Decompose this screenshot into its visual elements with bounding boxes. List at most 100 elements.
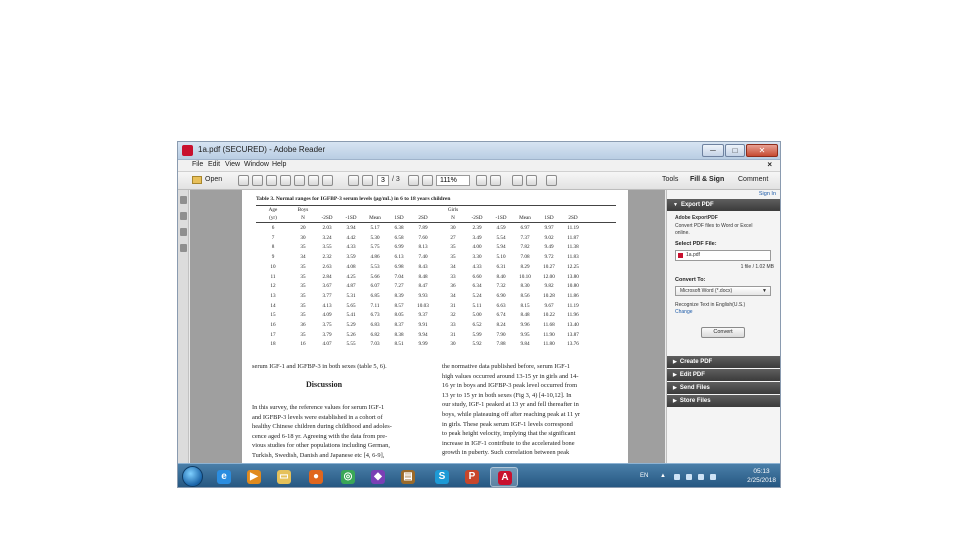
highlight-icon[interactable]	[526, 175, 537, 186]
open-button[interactable]: Open	[192, 175, 222, 186]
next-page-icon[interactable]	[362, 175, 373, 186]
convert-to-value: Microsoft Word (*.docx)	[680, 288, 733, 294]
document-area[interactable]: Table 3. Normal ranges for IGFBP-3 serum…	[190, 190, 665, 463]
selected-file-field[interactable]: 1a.pdf	[675, 250, 771, 261]
table-cell: 11.83	[567, 254, 579, 261]
sign-in-link[interactable]: Sign In	[759, 191, 776, 197]
table-cell: 6.98	[394, 263, 404, 270]
email-icon[interactable]	[322, 175, 333, 186]
table-cell: 6.52	[472, 322, 482, 328]
table-cell: 36	[450, 283, 456, 290]
minimize-button[interactable]: ─	[702, 144, 724, 157]
fit-page-icon[interactable]	[476, 175, 487, 186]
table-cell: 13.87	[567, 331, 579, 338]
convert-to-select[interactable]: Microsoft Word (*.docx) ▼	[675, 286, 771, 296]
network-icon[interactable]	[674, 474, 680, 480]
taskbar-app[interactable]: e	[210, 467, 238, 487]
upload-icon[interactable]	[294, 175, 305, 186]
table-header-cell: -1SD	[495, 215, 507, 221]
table-cell: 7.08	[520, 254, 530, 261]
sign-icon[interactable]	[546, 175, 557, 186]
table-cell: 9.67	[544, 302, 554, 309]
pages-icon[interactable]	[180, 212, 187, 220]
menu-view[interactable]: View	[225, 161, 240, 168]
clock[interactable]: 05:13 2/25/2018	[747, 467, 776, 485]
start-button[interactable]	[182, 466, 203, 487]
table-cell: 31	[450, 331, 456, 338]
lock-icon[interactable]	[180, 196, 187, 204]
table-cell: 4.13	[322, 302, 332, 309]
store-files-section[interactable]: ▶ Store Files	[667, 395, 780, 407]
create-pdf-section[interactable]: ▶ Create PDF	[667, 356, 780, 368]
menu-window[interactable]: Window	[244, 161, 269, 168]
text-line: to peak height velocity, implying that t…	[442, 430, 576, 438]
save-icon[interactable]	[252, 175, 263, 186]
left-column-top: serum IGF-1 and IGFBP-3 in both sexes (t…	[252, 362, 424, 372]
taskbar-app[interactable]: ◎	[334, 467, 362, 487]
zoom-out-icon[interactable]	[408, 175, 419, 186]
language-indicator[interactable]: EN	[640, 473, 648, 479]
battery-icon[interactable]	[698, 474, 704, 480]
table-cell: 9.49	[544, 244, 554, 251]
comment-icon[interactable]	[512, 175, 523, 186]
create-pdf-label: Create PDF	[679, 359, 713, 365]
tab-comment[interactable]: Comment	[738, 176, 768, 183]
taskbar-app[interactable]: ▤	[394, 467, 422, 487]
taskbar-app[interactable]: A	[490, 467, 518, 487]
table-header-rule	[256, 222, 616, 223]
convert-button[interactable]: Convert	[701, 327, 745, 338]
print-icon[interactable]	[308, 175, 319, 186]
menu-help[interactable]: Help	[272, 161, 286, 168]
table-cell: 13.80	[567, 273, 579, 280]
table-cell: 6.63	[496, 302, 506, 309]
taskbar-app[interactable]: ▶	[240, 467, 268, 487]
table-cell: 5.17	[370, 225, 380, 231]
change-language-link[interactable]: Change	[675, 309, 693, 315]
taskbar-app[interactable]: S	[428, 467, 456, 487]
zoom-in-icon[interactable]	[422, 175, 433, 186]
table-cell: 30	[300, 234, 306, 241]
tab-tools[interactable]: Tools	[662, 176, 678, 183]
triangle-right-icon: ▶	[673, 398, 677, 404]
taskbar-app[interactable]: P	[458, 467, 486, 487]
triangle-right-icon: ▶	[673, 385, 677, 391]
action-center-icon[interactable]	[686, 474, 692, 480]
table-cell: 9.72	[544, 254, 554, 261]
table-cell: 6.83	[370, 322, 380, 328]
show-hidden-icons[interactable]: ▲	[660, 473, 666, 479]
table-cell: 35	[450, 254, 456, 261]
tab-fill-sign[interactable]: Fill & Sign	[690, 176, 724, 183]
edit-icon[interactable]	[266, 175, 277, 186]
file-info: 1 file / 1.02 MB	[740, 264, 774, 270]
create-pdf-icon[interactable]	[238, 175, 249, 186]
menu-file[interactable]: File	[192, 161, 203, 168]
fit-width-icon[interactable]	[490, 175, 501, 186]
table-cell: 8.24	[496, 322, 506, 328]
zoom-select[interactable]: 111%	[436, 175, 470, 186]
table-cell: 2.03	[322, 225, 332, 231]
taskbar-app[interactable]: ◆	[364, 467, 392, 487]
signature-icon[interactable]	[180, 244, 187, 252]
close-button[interactable]: ✕	[746, 144, 778, 157]
maximize-button[interactable]: □	[725, 144, 745, 157]
table-cell: 4.07	[322, 341, 332, 348]
menu-edit[interactable]: Edit	[208, 161, 220, 168]
taskbar-app[interactable]: ▭	[270, 467, 298, 487]
previous-page-icon[interactable]	[348, 175, 359, 186]
volume-icon[interactable]	[710, 474, 716, 480]
page-number-input[interactable]: 3	[377, 175, 389, 186]
export-pdf-header[interactable]: ▼ Export PDF	[667, 199, 780, 211]
edit-pdf-section[interactable]: ▶ Edit PDF	[667, 369, 780, 381]
table-header-cell: 2SD	[568, 215, 578, 221]
cloud-icon[interactable]	[280, 175, 291, 186]
send-files-section[interactable]: ▶ Send Files	[667, 382, 780, 394]
table-cell: 11.19	[567, 225, 579, 231]
table-cell: 8.47	[418, 283, 428, 290]
close-document-icon[interactable]: ×	[767, 160, 772, 169]
navigation-pane	[178, 190, 189, 463]
table-cell: 5.26	[346, 331, 356, 338]
table-header-cell: 1SD	[544, 215, 554, 221]
taskbar-app[interactable]: ●	[302, 467, 330, 487]
attachment-icon[interactable]	[180, 228, 187, 236]
table-cell: 7.32	[496, 283, 506, 290]
